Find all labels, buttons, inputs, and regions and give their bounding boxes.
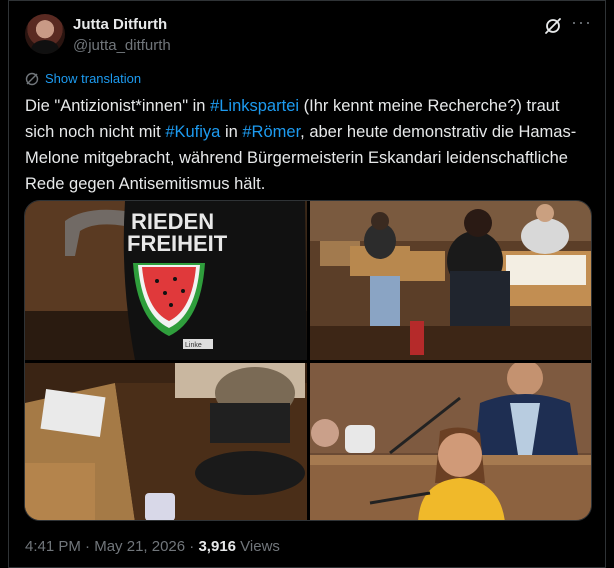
grok-icon[interactable] <box>544 17 562 35</box>
views-count: 3,916 <box>198 538 237 555</box>
bag-photo: RIEDEN FREIHEIT Linke <box>25 201 307 360</box>
tweet-card: Jutta Ditfurth @jutta_ditfurth ··· Show … <box>8 0 606 568</box>
speaker-photo <box>310 363 591 520</box>
tweet-text: Die "Antizionist*innen" in #Linkspartei … <box>25 93 593 197</box>
tweet-time[interactable]: 4:41 PM <box>25 538 81 555</box>
author-name[interactable]: Jutta Ditfurth <box>73 16 167 33</box>
tweet-text-segment: Die "Antizionist*innen" in <box>25 97 211 115</box>
tweet-text-segment: in <box>220 123 243 141</box>
tweet-date[interactable]: May 21, 2026 <box>94 538 185 555</box>
meta-separator: · <box>80 538 95 555</box>
media-image-4[interactable] <box>310 363 591 520</box>
hashtag-link[interactable]: #Kufiya <box>165 123 220 141</box>
more-dots-icon[interactable]: ··· <box>571 13 591 35</box>
translation-row[interactable]: Show translation <box>25 71 141 86</box>
media-grid: RIEDEN FREIHEIT Linke <box>24 200 592 521</box>
media-image-2[interactable] <box>310 201 591 360</box>
author-handle[interactable]: @jutta_ditfurth <box>73 37 171 54</box>
globe-icon <box>25 72 39 85</box>
tweet-meta: 4:41 PM · May 21, 2026 · 3,916 Views <box>25 538 280 555</box>
hashtag-link[interactable]: #Römer <box>242 123 300 141</box>
meta-separator: · <box>185 538 199 555</box>
views-label: Views <box>236 538 280 555</box>
chamber-photo <box>310 201 591 360</box>
show-translation-link[interactable]: Show translation <box>45 71 141 86</box>
media-image-1[interactable]: RIEDEN FREIHEIT Linke <box>25 201 307 360</box>
media-image-3[interactable] <box>25 363 307 520</box>
avatar[interactable] <box>25 14 65 54</box>
floor-photo <box>25 363 307 520</box>
bag-small-text: Linke <box>185 342 202 349</box>
bag-text-line-2: FREIHEIT <box>127 231 228 256</box>
hashtag-link[interactable]: #Linkspartei <box>210 97 299 115</box>
